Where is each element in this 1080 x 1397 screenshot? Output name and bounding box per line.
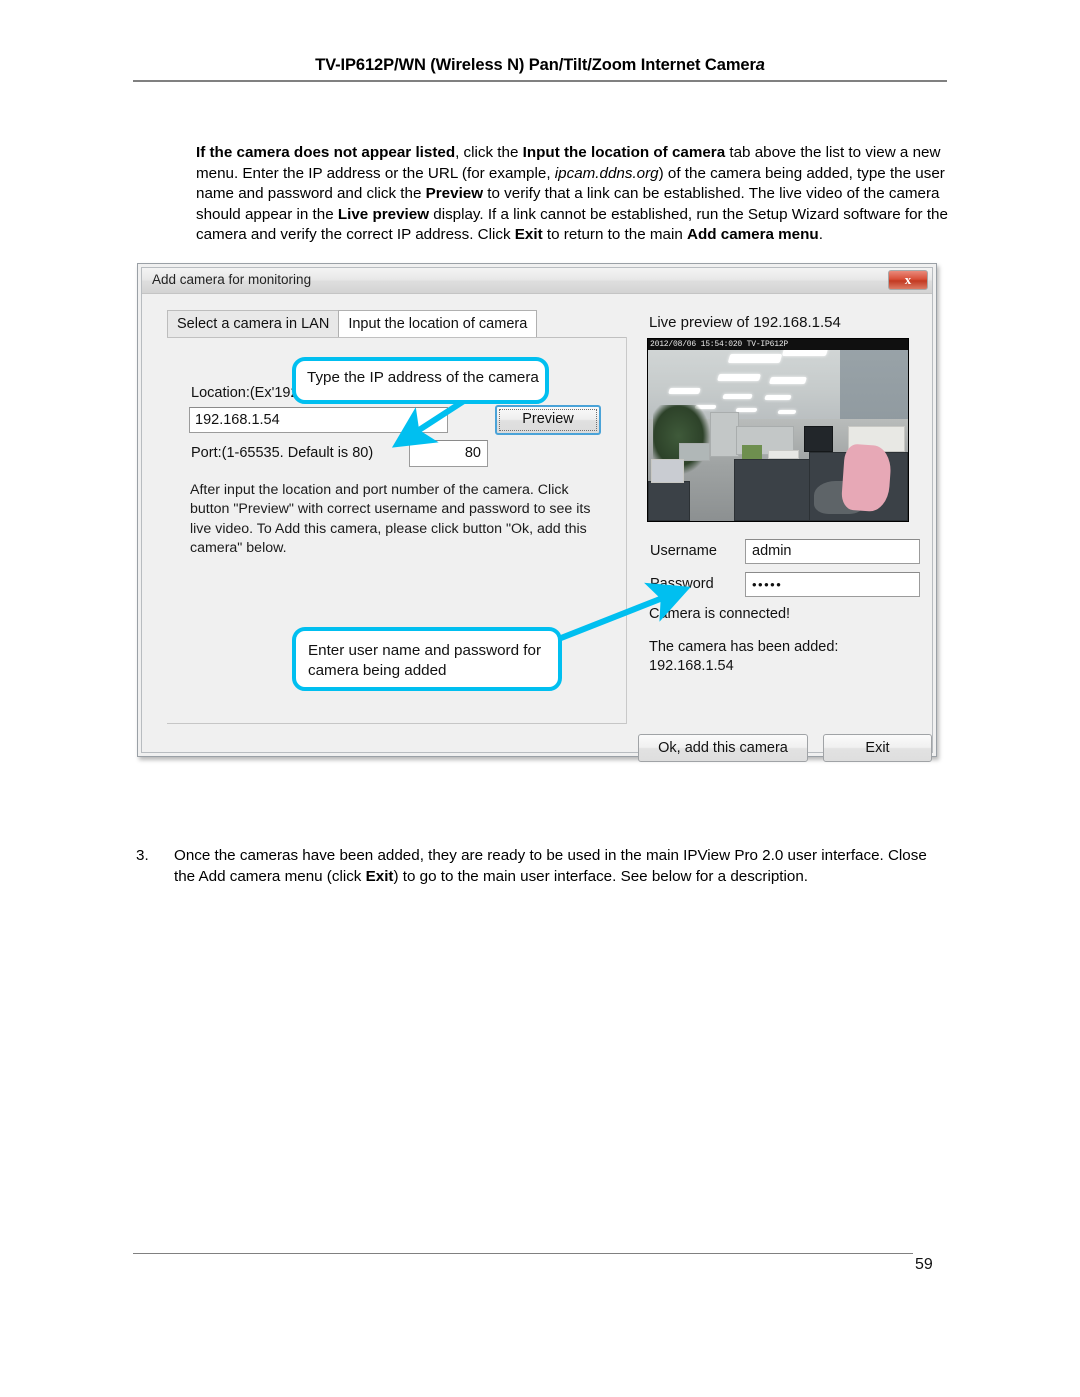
video-timestamp: 2012/08/06 15:54:020 TV-IP612P	[648, 339, 908, 350]
video-light	[764, 395, 792, 401]
intro-bold-6: Add camera menu	[687, 226, 819, 244]
video-box-light	[650, 459, 685, 483]
page-title: TV-IP612P/WN (Wireless N) Pan/Tilt/Zoom …	[133, 56, 947, 75]
intro-bold-4: Live preview	[337, 205, 430, 223]
tab-label: Input the location of camera	[348, 316, 528, 332]
video-light	[722, 393, 753, 399]
live-preview-label: Live preview of 192.168.1.54	[649, 314, 841, 331]
location-input[interactable]: 192.168.1.54	[189, 407, 448, 433]
help-text: After input the location and port number…	[190, 482, 591, 557]
preview-button-label: Preview	[522, 411, 574, 427]
tab-input-location-of-camera[interactable]: Input the location of camera	[338, 310, 538, 337]
header-divider	[133, 80, 947, 82]
intro-bold-3: Preview	[425, 185, 484, 203]
ok-add-this-camera-button[interactable]: Ok, add this camera	[638, 734, 808, 762]
status-connected: Camera is connected!	[649, 606, 791, 622]
video-desk	[733, 459, 812, 521]
live-preview-video: 2012/08/06 15:54:020 TV-IP612P	[647, 338, 909, 522]
page-number: 59	[915, 1256, 933, 1273]
step-3-block: 3. Once the cameras have been added, the…	[136, 845, 948, 887]
dialog-title: Add camera for monitoring	[152, 272, 312, 287]
step-3-number: 3.	[136, 847, 149, 864]
username-label: Username	[650, 543, 717, 559]
port-input[interactable]: 80	[409, 440, 488, 467]
callout-2-line-1: Enter user name and password for	[308, 642, 541, 659]
intro-text-7: .	[818, 226, 823, 244]
page-header: TV-IP612P/WN (Wireless N) Pan/Tilt/Zoom …	[133, 56, 947, 82]
dialog-titlebar: Add camera for monitoring x	[142, 268, 932, 294]
callout-1-text: Type the IP address of the camera	[307, 369, 539, 386]
preview-button[interactable]: Preview	[495, 405, 601, 435]
password-input[interactable]: •••••	[745, 572, 920, 597]
intro-text-1: , click the	[455, 144, 523, 161]
intro-text-6: to return to the main	[542, 226, 688, 244]
video-desk	[648, 480, 690, 521]
video-light	[727, 353, 782, 363]
video-box-green	[741, 444, 763, 460]
footer-divider	[133, 1253, 913, 1254]
intro-paragraph: If the camera does not appear listed, cl…	[196, 143, 948, 246]
port-label: Port:(1-65535. Default is 80)	[191, 445, 374, 461]
video-light	[735, 408, 758, 412]
video-monitor	[804, 426, 833, 452]
video-cubicle	[710, 411, 739, 458]
exit-button[interactable]: Exit	[823, 734, 932, 762]
status-added-label: The camera has been added:	[649, 639, 839, 655]
step-3-bold-1: Exit	[365, 868, 394, 885]
callout-type-ip-address: Type the IP address of the camera	[292, 357, 549, 404]
tab-label: Select a camera in LAN	[177, 316, 330, 332]
video-light	[667, 388, 701, 394]
callout-enter-credentials: Enter user name and password for camera …	[292, 627, 562, 691]
step-3-text-2: ) to go to the main user interface. See …	[393, 868, 808, 885]
video-light	[769, 377, 808, 384]
intro-bold-2: Input the location of camera	[522, 144, 726, 161]
intro-italic-1: ipcam.ddns.org	[554, 164, 659, 182]
page-title-text: TV-IP612P/WN (Wireless N) Pan/Tilt/Zoom …	[315, 56, 756, 74]
tab-select-camera-in-lan[interactable]: Select a camera in LAN	[167, 310, 339, 337]
close-button[interactable]: x	[888, 270, 928, 290]
video-light	[777, 409, 797, 414]
video-papers	[767, 450, 799, 460]
intro-bold-1: If the camera does not appear listed	[196, 144, 456, 161]
step-3-text: Once the cameras have been added, they a…	[174, 845, 948, 887]
pane-divider	[626, 337, 627, 724]
username-input[interactable]: admin	[745, 539, 920, 564]
intro-bold-5: Exit	[514, 226, 543, 244]
video-pink-jacket	[840, 442, 893, 512]
password-label: Password	[650, 576, 714, 592]
page-title-tail: a	[755, 56, 765, 74]
status-added-address: 192.168.1.54	[649, 658, 734, 674]
callout-2-line-2: camera being added	[308, 662, 447, 679]
video-light	[717, 373, 761, 381]
close-icon: x	[904, 272, 912, 287]
tabstrip: Select a camera in LAN Input the location…	[167, 310, 538, 337]
